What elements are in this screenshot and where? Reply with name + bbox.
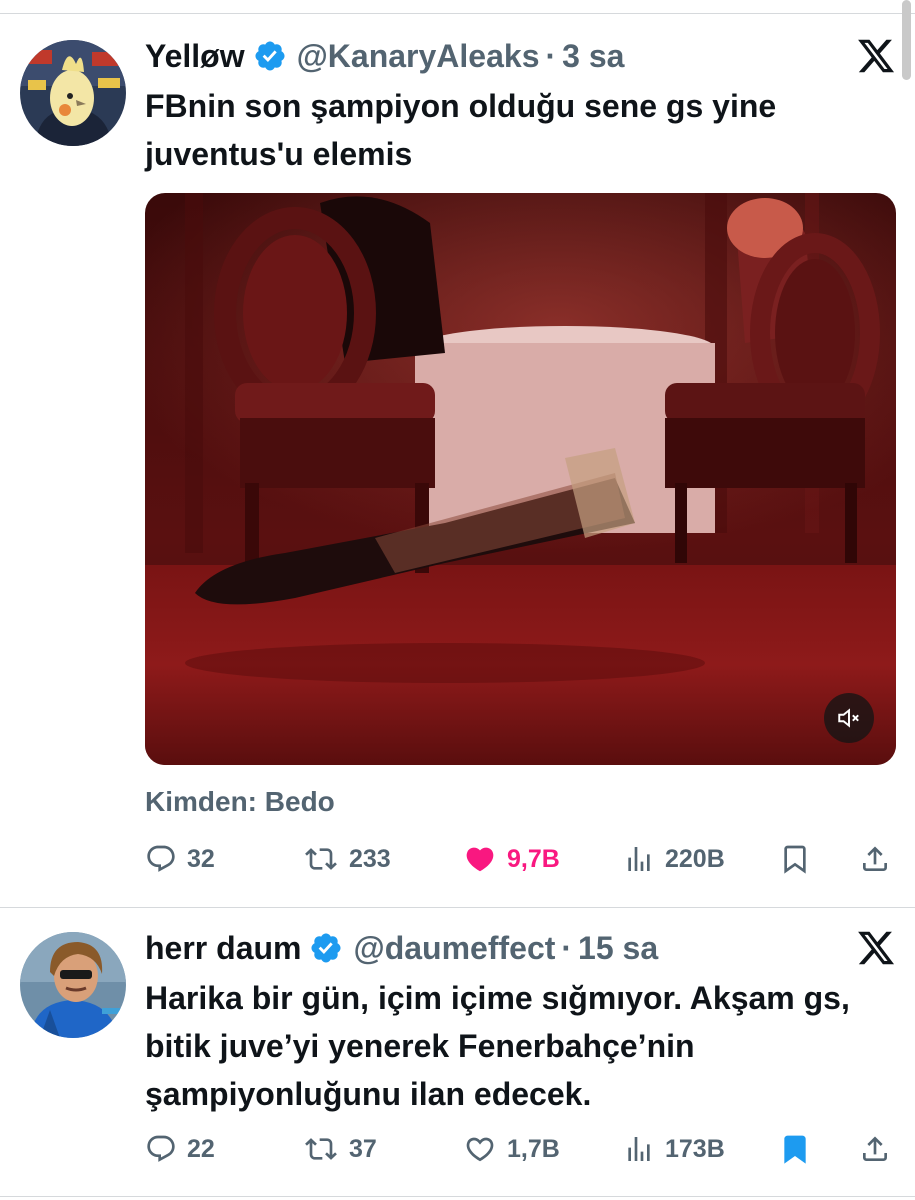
- tweet-header: herr daum @daumeffect · 15 sa: [145, 926, 658, 970]
- heart-outline-icon: [466, 1137, 494, 1162]
- views-button[interactable]: 173B: [623, 1124, 725, 1174]
- x-logo-icon[interactable]: [856, 928, 896, 968]
- timestamp[interactable]: 3 sa: [562, 38, 624, 75]
- timestamp[interactable]: 15 sa: [578, 930, 658, 967]
- bookmark-button[interactable]: [779, 1124, 821, 1174]
- x-logo-icon[interactable]: [856, 36, 896, 76]
- like-count: 9,7B: [507, 844, 560, 873]
- views-bar-chart-icon: [628, 847, 650, 871]
- repost-count: 233: [349, 844, 391, 873]
- views-count: 173B: [665, 1134, 725, 1163]
- scrollbar[interactable]: [902, 0, 911, 80]
- repost-button[interactable]: 233: [303, 834, 391, 884]
- tweet-divider: [0, 907, 915, 908]
- views-count: 220B: [665, 844, 725, 873]
- bookmark-filled-icon: [784, 1135, 806, 1164]
- share-icon: [863, 846, 887, 871]
- reply-count: 22: [187, 1134, 215, 1163]
- reply-button[interactable]: 22: [145, 1124, 215, 1174]
- bottom-divider: [0, 1196, 915, 1197]
- bookmark-icon: [784, 845, 806, 874]
- repost-count: 37: [349, 1134, 377, 1163]
- tweet-actions: 22 37 1,7B 173B: [145, 1124, 895, 1174]
- reply-icon: [147, 1135, 175, 1162]
- repost-icon: [305, 848, 337, 870]
- separator-dot: ·: [561, 929, 573, 966]
- views-bar-chart-icon: [628, 1137, 650, 1161]
- avatar[interactable]: [20, 40, 126, 146]
- like-button[interactable]: 9,7B: [463, 834, 560, 884]
- views-button[interactable]: 220B: [623, 834, 725, 884]
- separator-dot: ·: [545, 37, 557, 74]
- media-source-attribution[interactable]: Kimden: Bedo: [145, 786, 335, 818]
- mute-icon: [838, 708, 859, 728]
- share-button[interactable]: [859, 834, 901, 884]
- verified-badge-icon: [255, 41, 285, 71]
- tweet-header: Yelløw @KanaryAleaks · 3 sa: [145, 34, 624, 78]
- reply-icon: [147, 845, 175, 872]
- author-name[interactable]: Yelløw: [145, 38, 245, 75]
- share-button[interactable]: [859, 1124, 901, 1174]
- reply-count: 32: [187, 844, 215, 873]
- like-count: 1,7B: [507, 1134, 560, 1163]
- author-handle[interactable]: @KanaryAleaks: [297, 38, 540, 75]
- tweet-text: Harika bir gün, içim içime sığmıyor. Akş…: [145, 980, 850, 1112]
- author-name[interactable]: herr daum: [145, 930, 301, 967]
- share-icon: [863, 1136, 887, 1161]
- repost-icon: [305, 1138, 337, 1160]
- like-button[interactable]: 1,7B: [463, 1124, 560, 1174]
- tweet-video[interactable]: [145, 193, 896, 765]
- verified-badge-icon: [311, 933, 342, 963]
- heart-filled-icon: [466, 847, 494, 872]
- repost-button[interactable]: 37: [303, 1124, 377, 1174]
- tweet-actions: 32 233 9,7B 220B: [145, 834, 895, 884]
- mute-button[interactable]: [824, 693, 874, 743]
- tweet-text: FBnin son şampiyon olduğu sene gs yine j…: [145, 88, 777, 172]
- avatar[interactable]: [20, 932, 126, 1038]
- bookmark-button[interactable]: [779, 834, 821, 884]
- video-frame: [145, 193, 896, 765]
- author-handle[interactable]: @daumeffect: [353, 930, 555, 967]
- top-divider: [0, 13, 915, 14]
- reply-button[interactable]: 32: [145, 834, 215, 884]
